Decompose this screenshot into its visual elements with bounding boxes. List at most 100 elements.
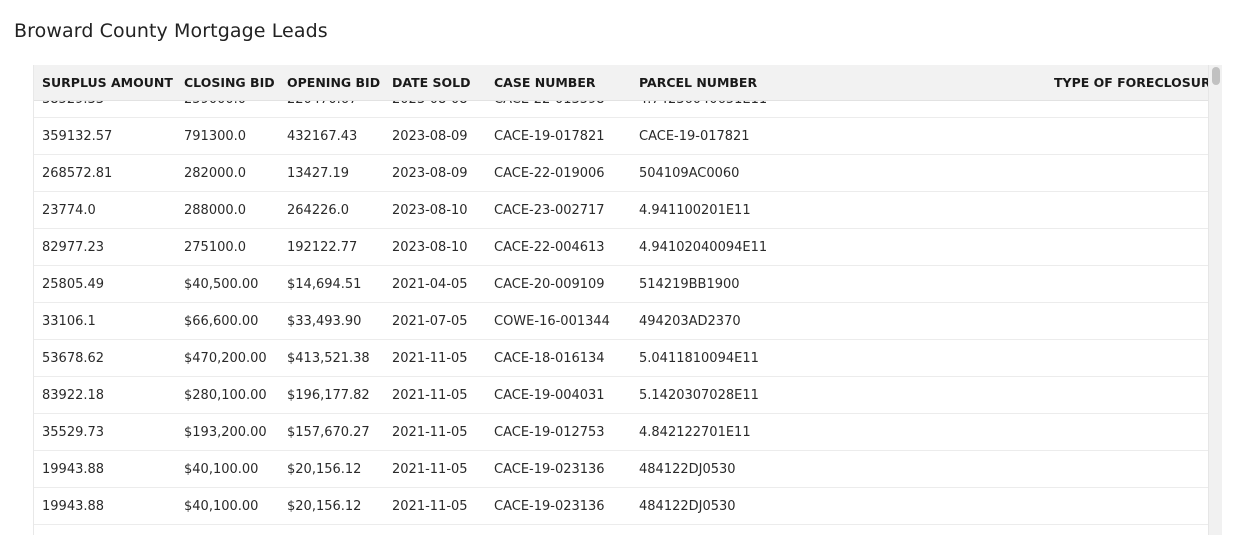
cell-closing: $40,100.00 — [184, 499, 259, 514]
cell-surplus: 23774.0 — [42, 203, 96, 218]
cell-surplus: 82977.23 — [42, 240, 105, 255]
column-header-closing-bid[interactable]: CLOSING BID — [184, 65, 284, 101]
cell-date: 2021-04-05 — [392, 277, 468, 292]
cell-opening: 192122.77 — [287, 240, 358, 255]
cell-date: 2021-11-05 — [392, 388, 468, 403]
column-header-parcel-number[interactable]: PARCEL NUMBER — [639, 65, 839, 101]
cell-closing: $66,600.00 — [184, 314, 259, 329]
table-row[interactable]: 83922.18 $280,100.00 $196,177.82 2021-11-05… — [34, 377, 1208, 414]
cell-parcel: 4.94102040094E11 — [639, 240, 768, 255]
cell-closing: 275100.0 — [184, 240, 247, 255]
cell-parcel: 5.1420307028E11 — [639, 388, 759, 403]
cell-case: CACE-19-004031 — [494, 388, 605, 403]
cell-closing: $40,100.00 — [184, 462, 259, 477]
cell-closing: 282000.0 — [184, 166, 247, 181]
cell-type — [1054, 488, 1210, 525]
column-header-date-sold[interactable]: DATE SOLD — [392, 65, 492, 101]
cell-date: 2021-11-05 — [392, 425, 468, 440]
column-header-surplus-amount[interactable]: SURPLUS AMOUNT — [42, 65, 178, 101]
table-row[interactable]: 25805.49 $40,500.00 $14,694.51 2021-04-05 CA… — [34, 266, 1208, 303]
vertical-scrollbar[interactable] — [1208, 65, 1222, 535]
column-header-case-number[interactable]: CASE NUMBER — [494, 65, 634, 101]
cell-surplus: 35529.73 — [42, 425, 105, 440]
cell-date: 2021-07-05 — [392, 314, 468, 329]
table-row[interactable]: 19943.88 $40,100.00 $20,156.12 2021-11-05 CA… — [34, 451, 1208, 488]
table-row[interactable]: 359132.57 791300.0 432167.43 2023-08-09 CACE… — [34, 118, 1208, 155]
cell-parcel: 4.941100201E11 — [639, 203, 751, 218]
cell-closing: $40,500.00 — [184, 277, 259, 292]
table-row[interactable]: 53678.62 $470,200.00 $413,521.38 2021-11-05… — [34, 340, 1208, 377]
cell-date: 2021-11-05 — [392, 462, 468, 477]
cell-closing: 791300.0 — [184, 129, 247, 144]
cell-case: CACE-19-017821 — [494, 129, 605, 144]
cell-case: CACE-23-002717 — [494, 203, 605, 218]
cell-opening: $33,493.90 — [287, 314, 362, 329]
cell-surplus: 83922.18 — [42, 388, 105, 403]
cell-surplus: 19943.88 — [42, 462, 105, 477]
cell-case: CACE-22-004613 — [494, 240, 605, 255]
cell-closing: $193,200.00 — [184, 425, 267, 440]
cell-surplus: 25805.49 — [42, 277, 105, 292]
cell-opening: 264226.0 — [287, 203, 350, 218]
cell-type — [1054, 266, 1210, 303]
cell-parcel: 494203AD2370 — [639, 314, 741, 329]
cell-type — [1054, 377, 1210, 414]
cell-parcel: 4.842122701E11 — [639, 425, 751, 440]
cell-opening: $413,521.38 — [287, 351, 370, 366]
table-row[interactable]: 23774.0 288000.0 264226.0 2023-08-10 CACE-23… — [34, 192, 1208, 229]
cell-case: CACE-18-016134 — [494, 351, 605, 366]
cell-surplus: 33106.1 — [42, 314, 96, 329]
cell-date: 2021-11-05 — [392, 351, 468, 366]
page-title: Broward County Mortgage Leads — [14, 20, 328, 42]
cell-opening: $157,670.27 — [287, 425, 370, 440]
scrollbar-thumb[interactable] — [1212, 67, 1220, 85]
column-header-type-of-foreclosure[interactable]: TYPE OF FORECLOSURE — [1054, 65, 1210, 101]
cell-date: 2023-08-10 — [392, 203, 468, 218]
table-row[interactable]: 82977.23 275100.0 192122.77 2023-08-10 CACE-… — [34, 229, 1208, 266]
cell-type — [1054, 340, 1210, 377]
cell-opening: 13427.19 — [287, 166, 350, 181]
cell-date: 2023-08-09 — [392, 166, 468, 181]
cell-type — [1054, 414, 1210, 451]
cell-surplus: 53678.62 — [42, 351, 105, 366]
cell-closing: $280,100.00 — [184, 388, 267, 403]
cell-closing: 288000.0 — [184, 203, 247, 218]
cell-parcel: 484122DJ0530 — [639, 499, 736, 514]
cell-case: COWE-16-001344 — [494, 314, 610, 329]
cell-case: CACE-22-019006 — [494, 166, 605, 181]
table-header: SURPLUS AMOUNT CLOSING BID OPENING BID D… — [34, 65, 1210, 101]
leads-table: 38529.33259000.0220470.672023-08-08CACE-… — [33, 65, 1222, 535]
cell-parcel: 504109AC0060 — [639, 166, 740, 181]
cell-type — [1054, 118, 1210, 155]
cell-type — [1054, 155, 1210, 192]
cell-date: 2023-08-09 — [392, 129, 468, 144]
cell-case: CACE-20-009109 — [494, 277, 605, 292]
cell-parcel: 514219BB1900 — [639, 277, 740, 292]
cell-surplus: 359132.57 — [42, 129, 113, 144]
table-row[interactable]: 33106.1 $66,600.00 $33,493.90 2021-07-05 COW… — [34, 303, 1208, 340]
cell-type — [1054, 192, 1210, 229]
table-row[interactable]: 35529.73 $193,200.00 $157,670.27 2021-11-05… — [34, 414, 1208, 451]
column-header-opening-bid[interactable]: OPENING BID — [287, 65, 387, 101]
cell-parcel: CACE-19-017821 — [639, 129, 750, 144]
table-row[interactable]: 19943.88 $40,100.00 $20,156.12 2021-11-05 CA… — [34, 488, 1208, 525]
cell-opening: $20,156.12 — [287, 499, 362, 514]
cell-type — [1054, 229, 1210, 266]
table-row[interactable]: 268572.81 282000.0 13427.19 2023-08-09 CACE-… — [34, 155, 1208, 192]
cell-case: CACE-19-023136 — [494, 462, 605, 477]
cell-surplus: 19943.88 — [42, 499, 105, 514]
cell-opening: 432167.43 — [287, 129, 358, 144]
cell-opening: $20,156.12 — [287, 462, 362, 477]
cell-opening: $14,694.51 — [287, 277, 362, 292]
cell-case: CACE-19-012753 — [494, 425, 605, 440]
cell-closing: $470,200.00 — [184, 351, 267, 366]
cell-case: CACE-19-023136 — [494, 499, 605, 514]
cell-type — [1054, 451, 1210, 488]
cell-date: 2021-11-05 — [392, 499, 468, 514]
cell-date: 2023-08-10 — [392, 240, 468, 255]
cell-opening: $196,177.82 — [287, 388, 370, 403]
cell-type — [1054, 303, 1210, 340]
cell-surplus: 268572.81 — [42, 166, 113, 181]
cell-parcel: 484122DJ0530 — [639, 462, 736, 477]
cell-parcel: 5.0411810094E11 — [639, 351, 759, 366]
